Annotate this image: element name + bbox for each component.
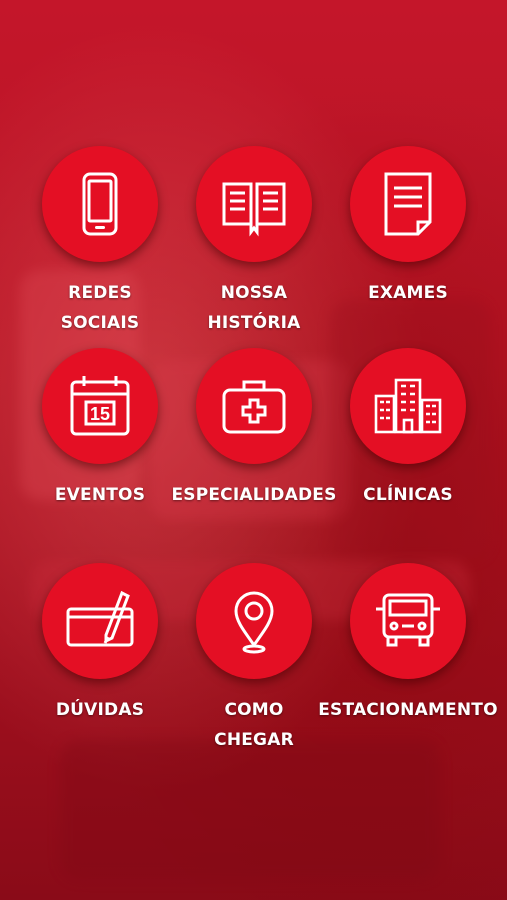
menu-tile-estacionamento[interactable]: ESTACIONAMENTO [313, 563, 503, 725]
menu-tile-nossa-historia[interactable]: NOSSA HISTÓRIA [179, 146, 329, 338]
menu-label: EVENTOS [54, 485, 146, 505]
menu-circle[interactable] [42, 146, 158, 262]
document-icon [384, 172, 432, 236]
menu-tile-duvidas[interactable]: DÚVIDAS [25, 563, 175, 725]
menu-label: REDES SOCIAIS [60, 283, 140, 333]
menu-circle[interactable]: 15 [42, 348, 158, 464]
menu-tile-especialidades[interactable]: ESPECIALIDADES [159, 348, 349, 510]
menu-grid: REDES SOCIAIS NOSSA HISTÓRIA EXAMES 15 E… [0, 0, 507, 900]
smartphone-icon [82, 172, 118, 236]
menu-circle[interactable] [350, 146, 466, 262]
menu-label: CLÍNICAS [363, 485, 453, 505]
menu-label: NOSSA HISTÓRIA [207, 283, 301, 333]
menu-tile-eventos[interactable]: 15 EVENTOS [25, 348, 175, 510]
menu-tile-redes-sociais[interactable]: REDES SOCIAIS [25, 146, 175, 338]
menu-label: COMO CHEGAR [214, 700, 294, 750]
menu-label: DÚVIDAS [55, 700, 145, 720]
book-icon [222, 182, 286, 237]
menu-label: ESPECIALIDADES [171, 485, 337, 505]
menu-circle[interactable] [42, 563, 158, 679]
menu-circle[interactable] [350, 348, 466, 464]
map-pin-icon [234, 591, 274, 654]
calendar-day-number: 15 [90, 404, 110, 424]
medical-kit-icon [222, 380, 286, 434]
menu-circle[interactable] [196, 563, 312, 679]
calendar-icon: 15 [70, 376, 130, 436]
menu-label: ESTACIONAMENTO [318, 700, 498, 720]
menu-tile-exames[interactable]: EXAMES [333, 146, 483, 308]
menu-tile-como-chegar[interactable]: COMO CHEGAR [179, 563, 329, 755]
vehicle-icon [376, 593, 440, 647]
buildings-icon [374, 378, 442, 434]
menu-circle[interactable] [196, 348, 312, 464]
menu-label: EXAMES [368, 283, 448, 303]
menu-circle[interactable] [350, 563, 466, 679]
menu-circle[interactable] [196, 146, 312, 262]
menu-tile-clinicas[interactable]: CLÍNICAS [333, 348, 483, 510]
pen-tablet-icon [66, 590, 134, 647]
